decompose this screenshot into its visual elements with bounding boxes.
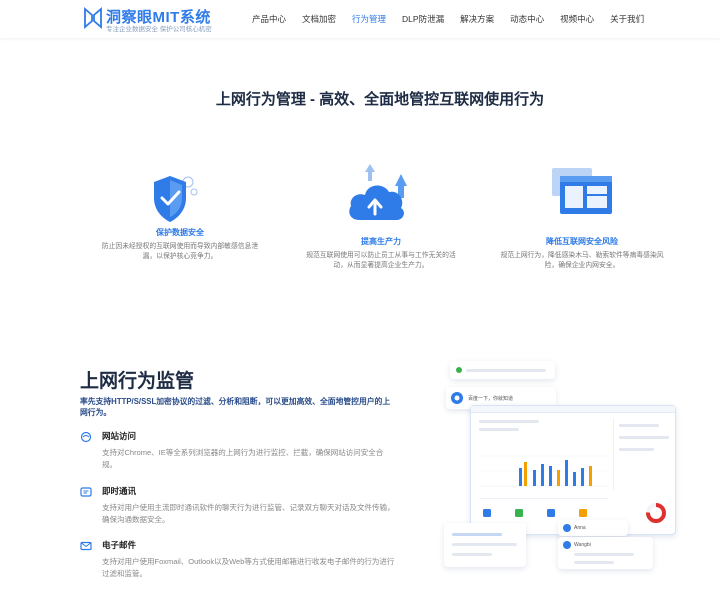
mock-line xyxy=(619,448,654,451)
feature-desc: 规范互联网使用可以防止员工从事与工作无关的活动，从而显著提高企业生产力。 xyxy=(306,252,456,269)
mock-donut-chart xyxy=(646,503,666,523)
search-logo-icon xyxy=(451,392,463,404)
chat-icon xyxy=(80,487,92,497)
feature-security-risk: 降低互联网安全风险 规范上网行为，降低感染木马、勒索软件等病毒感染风险，确保企业… xyxy=(500,236,664,271)
nav-item[interactable]: DLP防泄漏 xyxy=(394,0,452,38)
feature-protect-data: 保护数据安全 防止因未经授权的互联网使用而导致内部敏感信息泄漏，以保护核心竞争力… xyxy=(98,227,262,262)
tile-icon xyxy=(579,509,587,517)
feature-title: 降低互联网安全风险 xyxy=(546,237,618,246)
mock-contact-card: Wangbi xyxy=(558,537,653,569)
mock-line xyxy=(619,424,659,427)
mock-line xyxy=(619,436,669,439)
mock-notification-card xyxy=(450,361,555,379)
item-desc: 支持对用户使用Foxmail、Outlook以及Web等方式使用邮箱进行收发电子… xyxy=(102,557,395,578)
monitor-panel-icon xyxy=(552,168,612,214)
avatar-icon xyxy=(563,524,571,532)
mock-line xyxy=(479,428,519,431)
feature-title: 提高生产力 xyxy=(361,237,401,246)
cloud-upload-icon xyxy=(349,164,407,220)
tile-icon xyxy=(515,509,523,517)
mock-line xyxy=(452,553,492,556)
nav-item[interactable]: 解决方案 xyxy=(452,0,502,38)
feature-desc: 防止因未经授权的互联网使用而导致内部敏感信息泄漏，以保护核心竞争力。 xyxy=(101,243,259,260)
feature-productivity: 提高生产力 规范互联网使用可以防止员工从事与工作无关的活动，从而显著提高企业生产… xyxy=(300,236,462,271)
top-header: 洞察眼MIT系统 专注企业数据安全 保护公司核心机密 产品中心 文档加密 行为管理 D… xyxy=(0,0,720,38)
nav-item[interactable]: 文档加密 xyxy=(294,0,344,38)
hero-title: 上网行为管理 - 高效、全面地管控互联网使用行为 xyxy=(215,91,545,108)
mock-divider xyxy=(613,418,614,490)
status-dot-icon xyxy=(456,367,462,373)
shield-check-icon xyxy=(154,176,198,222)
item-title: 即时通讯 xyxy=(102,486,137,496)
feature-desc: 规范上网行为，降低感染木马、勒索软件等病毒感染风险，确保企业内网安全。 xyxy=(500,252,664,269)
nav-item[interactable]: 动态中心 xyxy=(502,0,552,38)
contact-name: Anna xyxy=(574,525,586,531)
mock-titlebar xyxy=(471,406,675,413)
mock-line xyxy=(452,543,517,546)
item-desc: 支持对用户使用主流即时通讯软件的聊天行为进行监管、记录双方聊天对话及文件传输，确… xyxy=(102,503,395,524)
mock-line xyxy=(452,533,502,536)
item-title: 电子邮件 xyxy=(102,540,137,550)
nav-item[interactable]: 产品中心 xyxy=(244,0,294,38)
mock-line xyxy=(479,420,539,423)
main-nav: 产品中心 文档加密 行为管理 DLP防泄漏 解决方案 动态中心 视频中心 关于我们 xyxy=(244,0,652,38)
dashboard-mockup: 百度一下，你就知道 Anna Wangbi xyxy=(440,355,690,575)
section-title: 上网行为监管 xyxy=(80,371,195,392)
brand-tagline: 专注企业数据安全 保护公司核心机密 xyxy=(106,26,212,33)
nav-item[interactable]: 关于我们 xyxy=(602,0,652,38)
nav-item[interactable]: 视频中心 xyxy=(552,0,602,38)
mock-bar-chart xyxy=(479,455,609,487)
item-desc: 支持对Chrome、IE等全系列浏览器的上网行为进行监控、拦截，确保网站访问安全… xyxy=(102,448,384,469)
mock-line xyxy=(466,369,546,372)
nav-item[interactable]: 行为管理 xyxy=(344,0,394,38)
contact-name: Wangbi xyxy=(574,542,591,548)
item-title: 网站访问 xyxy=(102,431,137,441)
mock-line xyxy=(574,561,614,564)
tile-icon xyxy=(483,509,491,517)
mock-search-text: 百度一下，你就知道 xyxy=(468,396,514,402)
section-subtitle: 率先支持HTTP/S/SSL加密协议的过滤、分析和阻断，可以更加高效、全面地管控… xyxy=(80,397,391,417)
avatar-icon xyxy=(563,541,571,549)
mock-dashboard-window xyxy=(470,405,676,535)
globe-icon xyxy=(80,431,92,443)
mock-contact-card: Anna xyxy=(558,520,628,536)
tile-icon xyxy=(547,509,555,517)
brand-logo-icon[interactable] xyxy=(82,7,104,29)
mock-line xyxy=(574,553,634,556)
mail-icon xyxy=(80,541,92,551)
feature-title: 保护数据安全 xyxy=(156,228,204,237)
mock-message-card xyxy=(444,523,526,567)
